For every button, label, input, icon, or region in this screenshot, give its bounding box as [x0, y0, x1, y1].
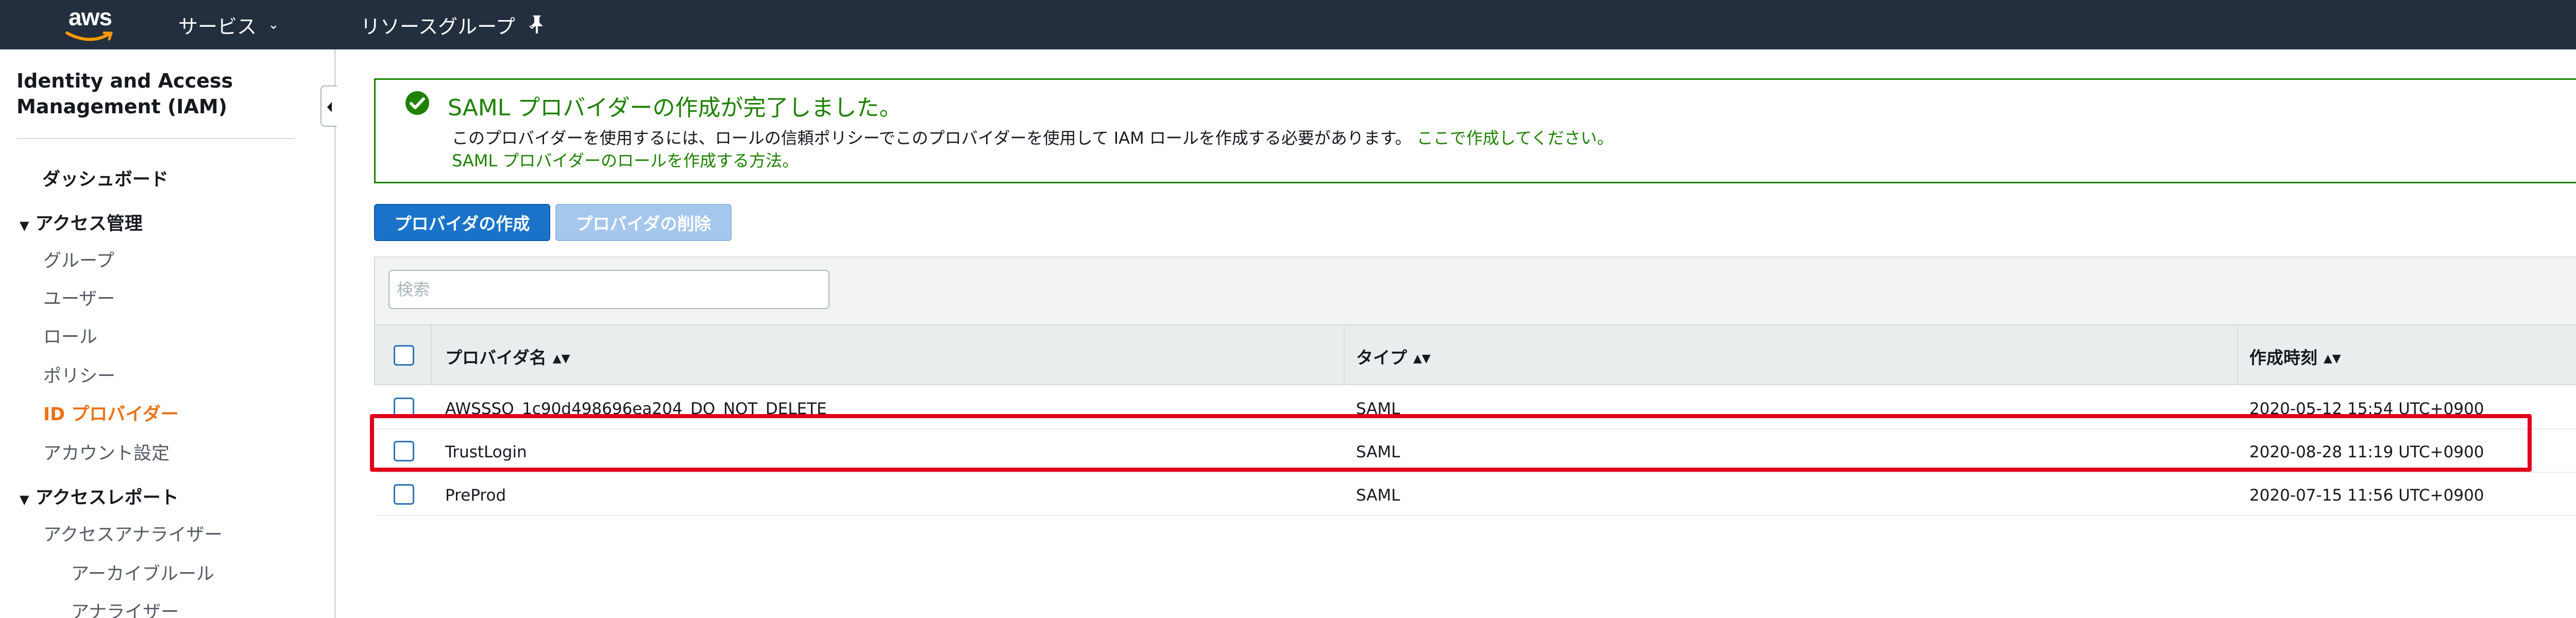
provider-name-cell[interactable]: TrustLogin — [445, 443, 527, 461]
table-filter-bar — [374, 256, 2576, 325]
sidebar-item-dashboard[interactable]: ダッシュボード — [42, 165, 168, 191]
sidebar-item-users[interactable]: ユーザー — [43, 284, 115, 311]
sidebar-item-archive-rules[interactable]: アーカイブルール — [71, 559, 214, 586]
sidebar-item-label: グループ — [43, 251, 114, 271]
sort-icon: ▲▼ — [552, 352, 570, 365]
sidebar-item-label: アーカイブルール — [71, 564, 214, 585]
create-role-link[interactable]: ここで作成してください。 — [1417, 128, 1614, 148]
sidebar-item-label: アクセスアナライザー — [43, 525, 223, 545]
sidebar-item-label: ダッシュボード — [42, 169, 169, 190]
column-header-type[interactable]: タイプ ▲▼ — [1356, 344, 1431, 369]
sidebar-item-label: アクセス管理 — [35, 214, 143, 234]
search-input[interactable] — [388, 270, 829, 309]
table-row[interactable]: TrustLogin SAML 2020-08-28 11:19 UTC+090… — [374, 430, 2576, 473]
sidebar-item-label: アカウント設定 — [43, 443, 170, 464]
provider-type-cell: SAML — [1356, 400, 1400, 418]
create-provider-button[interactable]: プロバイダの作成 — [374, 204, 550, 241]
resource-groups-menu-label: リソースグループ — [361, 15, 515, 38]
sidebar-divider — [16, 138, 295, 139]
created-time-cell: 2020-05-12 15:54 UTC+0900 — [2249, 400, 2484, 418]
sidebar-item-access-analyzer[interactable]: アクセスアナライザー — [43, 520, 223, 546]
services-menu[interactable]: サービス ⌄ — [178, 11, 279, 38]
table-header-row: プロバイダ名 ▲▼ タイプ ▲▼ 作成時刻 ▲▼ — [374, 325, 2576, 385]
sort-icon: ▲▼ — [1413, 352, 1431, 365]
providers-table: プロバイダ名 ▲▼ タイプ ▲▼ 作成時刻 ▲▼ AWSSSO_1c90d498696… — [374, 256, 2576, 516]
sort-icon: ▲▼ — [2324, 352, 2341, 365]
row-checkbox[interactable] — [394, 484, 414, 505]
sidebar-item-roles[interactable]: ロール — [43, 322, 97, 349]
sidebar-item-analyzers[interactable]: アナライザー — [71, 597, 179, 618]
top-navigation-bar: aws サービス ⌄ リソースグループ ⌄ — [0, 0, 2576, 49]
column-header-created[interactable]: 作成時刻 ▲▼ — [2249, 344, 2341, 369]
sidebar-item-identity-providers[interactable]: ID プロバイダー — [43, 400, 179, 426]
caret-down-icon: ▼ — [20, 218, 29, 233]
column-header-label: 作成時刻 — [2249, 348, 2317, 368]
chevron-down-icon: ⌄ — [268, 17, 279, 32]
sidebar: Identity and Access Management (IAM) ダッシ… — [0, 49, 337, 618]
caret-down-icon: ▼ — [20, 492, 29, 507]
provider-name-cell[interactable]: PreProd — [445, 486, 506, 505]
sidebar-item-label: ID プロバイダー — [43, 404, 179, 425]
sidebar-item-policies[interactable]: ポリシー — [43, 362, 115, 388]
services-menu-label: サービス — [178, 15, 257, 38]
sidebar-item-label: アナライザー — [71, 602, 179, 618]
column-divider — [1344, 325, 1345, 385]
column-divider — [431, 325, 432, 385]
delete-provider-button[interactable]: プロバイダの削除 — [555, 204, 732, 241]
table-row[interactable]: AWSSSO_1c90d498696ea204_DO_NOT_DELETE SA… — [374, 386, 2576, 430]
provider-type-cell: SAML — [1356, 443, 1400, 461]
sidebar-item-label: ユーザー — [43, 289, 115, 310]
sidebar-item-label: ポリシー — [43, 366, 116, 387]
sidebar-item-account-settings[interactable]: アカウント設定 — [43, 439, 170, 465]
column-divider — [2237, 325, 2238, 385]
provider-name-cell[interactable]: AWSSSO_1c90d498696ea204_DO_NOT_DELETE — [445, 400, 827, 418]
sidebar-section-access-reports[interactable]: ▼ アクセスレポート — [20, 483, 179, 509]
select-all-checkbox[interactable] — [394, 345, 414, 366]
check-circle-icon — [405, 91, 429, 115]
flash-message: このプロバイダーを使用するには、ロールの信頼ポリシーでこのプロバイダーを使用して… — [452, 125, 1614, 149]
aws-smile-icon — [65, 31, 113, 41]
row-checkbox[interactable] — [394, 441, 414, 461]
sidebar-item-label: ロール — [43, 327, 98, 348]
resource-groups-menu[interactable]: リソースグループ ⌄ — [361, 11, 538, 38]
pin-icon[interactable] — [527, 13, 547, 36]
column-header-label: タイプ — [1356, 348, 1407, 368]
success-flash-message: SAML プロバイダーの作成が完了しました。 このプロバイダーを使用するには、ロ… — [374, 78, 2576, 183]
aws-logo-text: aws — [69, 4, 112, 30]
sidebar-item-label: アクセスレポート — [35, 488, 179, 508]
column-header-provider-name[interactable]: プロバイダ名 ▲▼ — [445, 344, 570, 369]
provider-type-cell: SAML — [1356, 486, 1400, 505]
created-time-cell: 2020-08-28 11:19 UTC+0900 — [2249, 443, 2484, 461]
sidebar-collapse-button[interactable] — [320, 85, 337, 127]
row-checkbox[interactable] — [394, 398, 414, 418]
flash-title: SAML プロバイダーの作成が完了しました。 — [448, 95, 902, 121]
chevron-left-icon — [327, 102, 332, 112]
sidebar-section-access-management[interactable]: ▼ アクセス管理 — [20, 209, 143, 235]
column-header-label: プロバイダ名 — [445, 348, 547, 368]
sidebar-item-groups[interactable]: グループ — [43, 246, 114, 272]
flash-message-text: このプロバイダーを使用するには、ロールの信頼ポリシーでこのプロバイダーを使用して… — [452, 128, 1412, 148]
created-time-cell: 2020-07-15 11:56 UTC+0900 — [2249, 486, 2484, 505]
aws-logo[interactable]: aws — [62, 3, 118, 47]
saml-role-howto-link[interactable]: SAML プロバイダーのロールを作成する方法。 — [452, 148, 799, 171]
table-row[interactable]: PreProd SAML 2020-07-15 11:56 UTC+0900 — [374, 473, 2576, 516]
sidebar-title: Identity and Access Management (IAM) — [16, 70, 233, 118]
